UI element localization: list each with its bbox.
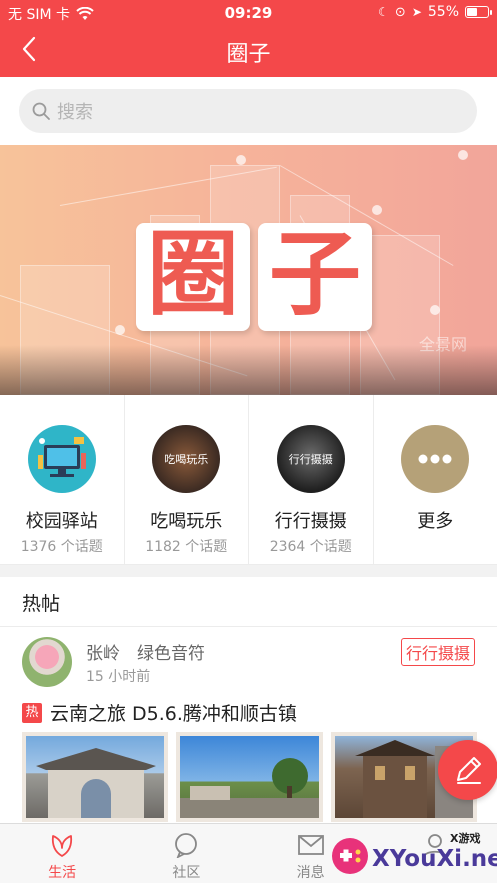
- search-placeholder: 搜索: [57, 102, 93, 123]
- post-title-row: 热 云南之旅 D5.6.腾冲和顺古镇: [22, 699, 297, 726]
- post-time: 15 小时前: [86, 669, 151, 685]
- mail-icon: [297, 835, 324, 855]
- category-food[interactable]: 吃喝玩乐 吃喝玩乐 1182 个话题: [125, 395, 249, 564]
- watermark-text: XYouXi.net: [372, 846, 497, 872]
- category-food-image: 吃喝玩乐: [152, 425, 221, 493]
- status-bar: 无 SIM 卡 09:29 ☾ ⊙ ➤ 55%: [0, 0, 497, 26]
- banner[interactable]: 圈 子 全景网: [0, 145, 497, 395]
- category-food-image-label: 吃喝玩乐: [164, 453, 209, 466]
- banner-char-2: 子: [268, 221, 361, 328]
- post-images: [22, 732, 477, 822]
- category-campus[interactable]: 校园驿站 1376 个话题: [0, 395, 125, 564]
- gamepad-logo-icon: [332, 838, 368, 874]
- hot-posts-header: 热帖: [0, 577, 497, 627]
- category-more-name: 更多: [417, 511, 454, 532]
- post-category-tag[interactable]: 行行摄摄: [400, 638, 475, 666]
- hot-badge: 热: [22, 702, 42, 723]
- battery-percent: 55%: [427, 4, 459, 20]
- post-item[interactable]: 张岭 绿色音符 15 小时前 行行摄摄 热 云南之旅 D5.6.腾冲和顺古镇: [0, 627, 497, 823]
- banner-char-1: 圈: [146, 221, 239, 328]
- category-photo-image: 行行摄摄: [276, 425, 345, 493]
- site-watermark: XYouXi.net X游戏: [326, 826, 497, 883]
- tab-life[interactable]: 生活: [0, 824, 124, 883]
- category-photo[interactable]: 行行摄摄 行行摄摄 2364 个话题: [249, 395, 374, 564]
- category-campus-count: 1376 个话题: [20, 539, 103, 555]
- avatar[interactable]: [22, 637, 72, 687]
- post-title[interactable]: 云南之旅 D5.6.腾冲和顺古镇: [50, 699, 297, 726]
- battery-icon: [465, 6, 492, 18]
- more-icon: [401, 425, 470, 493]
- chat-bubble-icon: [175, 833, 198, 858]
- category-more[interactable]: 更多: [374, 395, 497, 564]
- location-icon: ➤: [411, 5, 422, 19]
- category-grid: 校园驿站 1376 个话题 吃喝玩乐 吃喝玩乐 1182 个话题 行行摄摄 行行…: [0, 395, 497, 565]
- status-right: ☾ ⊙ ➤ 55%: [378, 4, 492, 20]
- category-photo-count: 2364 个话题: [269, 539, 352, 555]
- search-input[interactable]: 搜索: [19, 89, 477, 133]
- watermark-small-text: X游戏: [450, 832, 481, 845]
- tab-community[interactable]: 社区: [124, 824, 248, 883]
- page-title: 圈子: [226, 42, 271, 67]
- leaf-icon: [52, 835, 73, 857]
- category-photo-image-label: 行行摄摄: [288, 453, 333, 466]
- rotation-lock-icon: ⊙: [394, 4, 406, 20]
- category-photo-name: 行行摄摄: [274, 511, 347, 532]
- category-campus-name: 校园驿站: [25, 511, 98, 532]
- tab-life-label: 生活: [48, 865, 77, 881]
- post-image[interactable]: [176, 732, 323, 822]
- section-divider: [0, 565, 497, 577]
- top-bar: 无 SIM 卡 09:29 ☾ ⊙ ➤ 55% 圈子: [0, 0, 497, 77]
- moon-icon: ☾: [378, 5, 389, 19]
- tab-community-label: 社区: [172, 865, 201, 881]
- compose-button[interactable]: [438, 740, 497, 800]
- category-campus-image: [27, 425, 96, 493]
- category-food-name: 吃喝玩乐: [150, 511, 223, 532]
- banner-shade: [0, 345, 497, 395]
- hot-posts-title: 热帖: [22, 593, 61, 615]
- search-section: 搜索: [0, 77, 497, 145]
- post-image[interactable]: [22, 732, 169, 822]
- pencil-icon: [457, 757, 481, 784]
- post-author[interactable]: 张岭 绿色音符: [86, 639, 205, 664]
- category-food-count: 1182 个话题: [145, 539, 228, 555]
- search-icon: [32, 102, 50, 120]
